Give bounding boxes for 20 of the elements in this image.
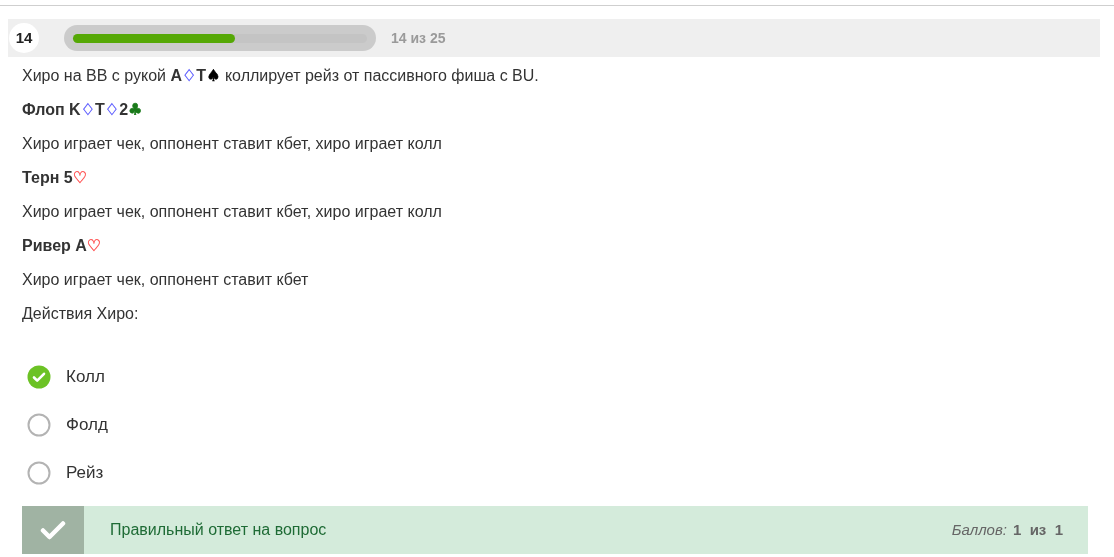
question-text: Терн 5♡ [22, 167, 88, 189]
radio-button[interactable] [27, 461, 51, 485]
option-label[interactable]: Колл [66, 364, 105, 390]
checkmark-icon [40, 520, 66, 540]
question-text: Хиро играет чек, оппонент ставит кбет [22, 270, 310, 290]
question-number: 14 [9, 23, 39, 53]
result-message: Правильный ответ на вопрос [110, 520, 327, 540]
question-text: Хиро играет чек, оппонент ставит кбет, хиро играет колл [22, 134, 443, 154]
question-text: Хиро на BB с рукой A♢T♠ коллирует рейз от пассивного фиша с BU. [22, 65, 540, 87]
checked-radio-icon[interactable] [27, 365, 51, 389]
score-label: Баллов: [951, 519, 1007, 540]
question-text: Ривер A♡ [22, 235, 103, 257]
radio-button[interactable] [27, 413, 51, 437]
question-text: Хиро играет чек, оппонент ставит кбет, хиро играет колл [22, 202, 443, 222]
score-value: 1 из 1 [1012, 519, 1063, 540]
question-text: Флоп K♢T♢2♣ [22, 99, 144, 121]
option-label[interactable]: Фолд [66, 412, 108, 438]
option-label[interactable]: Рейз [66, 460, 104, 486]
question-text: Действия Хиро: [22, 304, 140, 324]
progress-counter: 14 из 25 [391, 28, 446, 48]
